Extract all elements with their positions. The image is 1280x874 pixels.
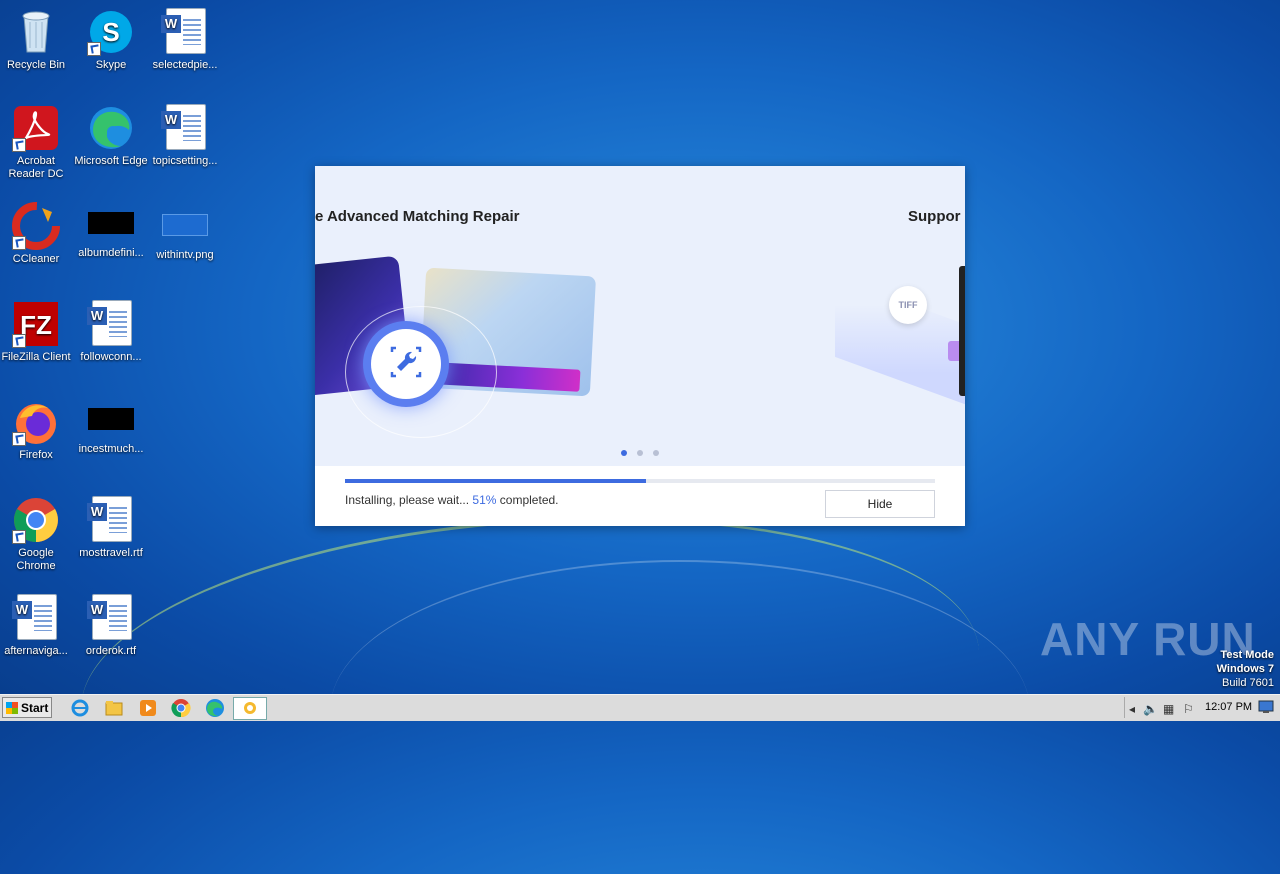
build-line: Build 7601 <box>1222 677 1274 689</box>
word-document-icon: W <box>87 300 135 348</box>
slide-title: e Advanced Matching Repair <box>315 208 520 225</box>
desktop-icon-firefox[interactable]: Firefox <box>0 398 74 462</box>
icon-label: withintv.png <box>156 249 214 261</box>
icon-label: selectedpie... <box>152 59 218 71</box>
desktop-icon-incestmuch[interactable]: incestmuch... <box>73 398 149 456</box>
word-document-icon: W <box>87 496 135 544</box>
wrench-icon <box>386 342 426 387</box>
status-suffix: completed. <box>499 493 559 507</box>
svg-text:S: S <box>102 17 119 47</box>
desktop-icon-filezilla[interactable]: FZ FileZilla Client <box>0 300 74 364</box>
chrome-icon <box>12 496 60 544</box>
progress-fill <box>345 479 646 483</box>
filezilla-icon: FZ <box>12 300 60 348</box>
install-status: Installing, please wait... 51% completed… <box>345 493 559 507</box>
status-percent: 51% <box>472 493 497 507</box>
test-mode-line: Test Mode <box>1220 649 1274 661</box>
desktop-icon-chrome[interactable]: Google Chrome <box>0 496 74 573</box>
desktop-icon-orderok[interactable]: W orderok.rtf <box>73 594 149 658</box>
show-desktop-icon[interactable] <box>1258 700 1274 714</box>
test-mode-notice: Test Mode Windows 7 Build 7601 <box>1217 648 1274 690</box>
system-tray: ◂ 🔈 ▦ ⚐ <box>1124 697 1278 718</box>
icon-label: Google Chrome <box>16 547 56 572</box>
recycle-bin-icon <box>12 8 60 56</box>
start-button[interactable]: Start <box>2 697 52 718</box>
skype-icon: S <box>87 8 135 56</box>
image-thumbnail-icon <box>88 408 134 430</box>
desktop-icon-ccleaner[interactable]: CCleaner <box>0 202 74 266</box>
icon-label: Microsoft Edge <box>74 155 148 167</box>
carousel-dot[interactable] <box>653 450 659 456</box>
icon-label: incestmuch... <box>78 443 144 455</box>
desktop-icon-afternaviga[interactable]: W afternaviga... <box>0 594 74 658</box>
desktop-icon-skype[interactable]: S Skype <box>73 8 149 72</box>
ie-taskbar-icon[interactable] <box>70 698 90 718</box>
carousel-dot[interactable] <box>637 450 643 456</box>
image-thumbnail-icon <box>162 214 208 236</box>
icon-label: Skype <box>95 59 127 71</box>
icon-label: Recycle Bin <box>6 59 66 71</box>
ccleaner-icon <box>12 202 60 250</box>
status-prefix: Installing, please wait... <box>345 493 470 507</box>
desktop-icon-acrobat[interactable]: Acrobat Reader DC <box>0 104 74 181</box>
shortcut-arrow-icon <box>12 432 26 446</box>
word-document-icon: W <box>161 8 209 56</box>
next-slide-title: Suppor <box>908 208 961 225</box>
icon-label: followconn... <box>80 351 142 363</box>
icon-label: Acrobat Reader DC <box>8 155 64 180</box>
shortcut-arrow-icon <box>12 138 26 152</box>
desktop-icon-recycle-bin[interactable]: Recycle Bin <box>0 8 74 72</box>
carousel-dots <box>621 450 659 456</box>
desktop-icon-topicsetting[interactable]: W topicsetting... <box>147 104 223 168</box>
media-player-taskbar-icon[interactable] <box>138 698 158 718</box>
volume-icon[interactable]: 🔈 <box>1143 702 1158 716</box>
edge-icon <box>87 104 135 152</box>
word-document-icon: W <box>12 594 60 642</box>
icon-label: Firefox <box>19 449 53 461</box>
icon-label: afternaviga... <box>4 645 68 657</box>
desktop-icon-withintv[interactable]: withintv.png <box>147 202 223 262</box>
desktop-icon-edge[interactable]: Microsoft Edge <box>73 104 149 168</box>
shortcut-arrow-icon <box>87 42 101 56</box>
acrobat-icon <box>12 104 60 152</box>
taskbar-clock[interactable]: 12:07 PM <box>1205 701 1252 713</box>
installer-window: e Advanced Matching Repair Suppor TIFF I… <box>315 166 965 526</box>
os-name-line: Windows 7 <box>1216 663 1274 675</box>
shortcut-arrow-icon <box>12 236 26 250</box>
hide-button[interactable]: Hide <box>825 490 935 518</box>
icon-label: albumdefini... <box>78 247 144 259</box>
icon-label: orderok.rtf <box>85 645 137 657</box>
tray-expand-icon[interactable]: ◂ <box>1129 702 1135 716</box>
taskbar: Start ◂ 🔈 ▦ ⚐ 12:07 PM <box>0 694 1280 721</box>
tiff-badge: TIFF <box>889 286 927 324</box>
installer-app-icon <box>243 701 257 720</box>
icon-label: topicsetting... <box>152 155 218 167</box>
desktop-icon-selectedpie[interactable]: W selectedpie... <box>147 8 223 72</box>
image-thumbnail-icon <box>88 212 134 234</box>
network-icon[interactable]: ▦ <box>1163 702 1174 716</box>
icon-label: CCleaner <box>12 253 60 265</box>
word-document-icon: W <box>87 594 135 642</box>
shortcut-arrow-icon <box>12 530 26 544</box>
desktop-icon-albumdefini[interactable]: albumdefini... <box>73 202 149 260</box>
repair-badge <box>363 321 449 407</box>
chrome-taskbar-icon[interactable] <box>171 698 191 718</box>
progress-bar <box>345 479 935 483</box>
word-document-icon: W <box>161 104 209 152</box>
carousel-dot[interactable] <box>621 450 627 456</box>
shortcut-arrow-icon <box>12 334 26 348</box>
edge-taskbar-icon[interactable] <box>205 698 225 718</box>
icon-label: FileZilla Client <box>1 351 71 363</box>
start-label: Start <box>21 701 49 715</box>
firefox-icon <box>12 398 60 446</box>
windows-logo-icon <box>6 702 18 714</box>
explorer-taskbar-icon[interactable] <box>104 698 124 718</box>
desktop-icon-mosttravel[interactable]: W mosttravel.rtf <box>73 496 149 560</box>
illustration-device <box>959 266 965 396</box>
icon-label: mosttravel.rtf <box>79 547 143 559</box>
installer-taskbar-button[interactable] <box>233 697 267 720</box>
action-center-flag-icon[interactable]: ⚐ <box>1183 702 1194 716</box>
feature-carousel: e Advanced Matching Repair Suppor TIFF <box>315 166 965 466</box>
desktop-icon-followconn[interactable]: W followconn... <box>73 300 149 364</box>
